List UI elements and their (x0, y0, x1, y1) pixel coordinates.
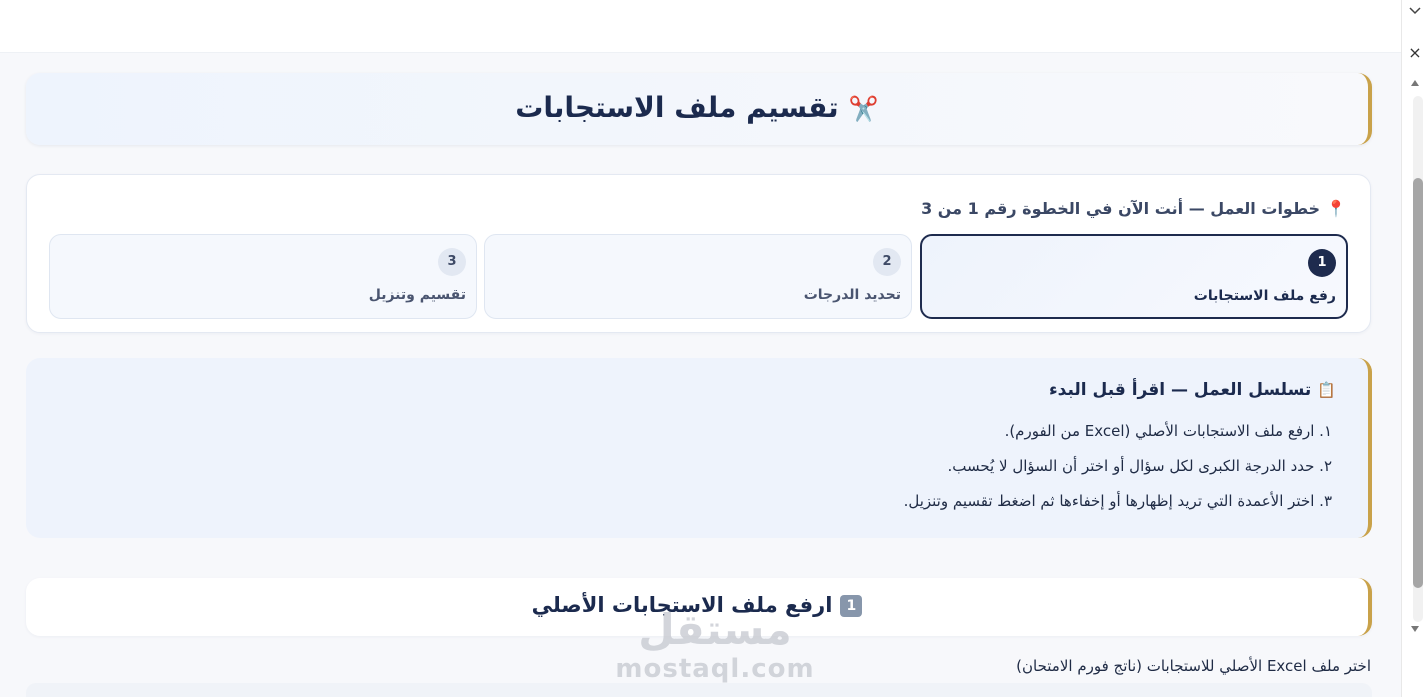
top-bar (0, 0, 1401, 53)
app-content: ✂️ تقسيم ملف الاستجابات 📍 خطوات العمل — أن… (0, 53, 1401, 697)
step-label: تحديد الدرجات (803, 287, 901, 303)
pin-icon: 📍 (1326, 199, 1346, 218)
instructions-title: 📋 تسلسل العمل — اقرأ قبل البدء (1049, 380, 1336, 400)
steps-header: 📍 خطوات العمل — أنت الآن في الخطوة رقم 1 … (921, 199, 1346, 218)
scroll-thumb[interactable] (1413, 178, 1423, 588)
step-grades[interactable]: 2 تحديد الدرجات (484, 234, 912, 319)
page-header-card: ✂️ تقسيم ملف الاستجابات (26, 73, 1372, 145)
browser-scrollbar[interactable]: × (1401, 0, 1427, 697)
chevron-down-icon[interactable] (1408, 4, 1422, 18)
step-label: تقسيم وتنزيل (368, 287, 466, 303)
close-icon[interactable]: × (1408, 45, 1422, 61)
instructions-title-text: تسلسل العمل — اقرأ قبل البدء (1048, 380, 1312, 400)
upload-hint: اختر ملف Excel الأصلي للاستجابات (ناتج ف… (1016, 657, 1371, 675)
step-upload[interactable]: 1 رفع ملف الاستجابات (920, 234, 1348, 319)
clipboard-icon: 📋 (1317, 381, 1336, 399)
instruction-item: ٢. حدد الدرجة الكبرى لكل سؤال أو اختر أن… (947, 457, 1333, 475)
scroll-up-arrow[interactable] (1411, 80, 1419, 86)
scissors-icon: ✂️ (848, 95, 879, 123)
step-number-badge: 1 (1308, 249, 1336, 277)
workflow-instructions-card: 📋 تسلسل العمل — اقرأ قبل البدء ١. ارفع مل… (26, 358, 1372, 538)
file-uploader-area[interactable] (26, 683, 1372, 697)
page-title-text: تقسيم ملف الاستجابات (515, 91, 839, 124)
keycap-one-icon: 1 (840, 595, 863, 617)
step-label: رفع ملف الاستجابات (1193, 288, 1336, 304)
instruction-item: ٣. اختر الأعمدة التي تريد إظهارها أو إخف… (903, 492, 1332, 510)
workflow-steps-card: 📍 خطوات العمل — أنت الآن في الخطوة رقم 1 … (26, 174, 1371, 333)
scroll-down-arrow[interactable] (1411, 626, 1419, 632)
steps-header-text: خطوات العمل — أنت الآن في الخطوة رقم 1 م… (921, 199, 1321, 218)
watermark-latin: mostaql.com (615, 654, 815, 684)
upload-section-title-text: ارفع ملف الاستجابات الأصلي (531, 593, 833, 617)
step-split-download[interactable]: 3 تقسيم وتنزيل (49, 234, 477, 319)
upload-section-title: 1 ارفع ملف الاستجابات الأصلي (26, 593, 1368, 617)
instruction-item: ١. ارفع ملف الاستجابات الأصلي (Excel من … (1004, 422, 1332, 440)
step-number-badge: 3 (438, 248, 466, 276)
upload-section-header: 1 ارفع ملف الاستجابات الأصلي (26, 578, 1372, 636)
page-title: ✂️ تقسيم ملف الاستجابات (26, 91, 1368, 124)
step-number-badge: 2 (873, 248, 901, 276)
